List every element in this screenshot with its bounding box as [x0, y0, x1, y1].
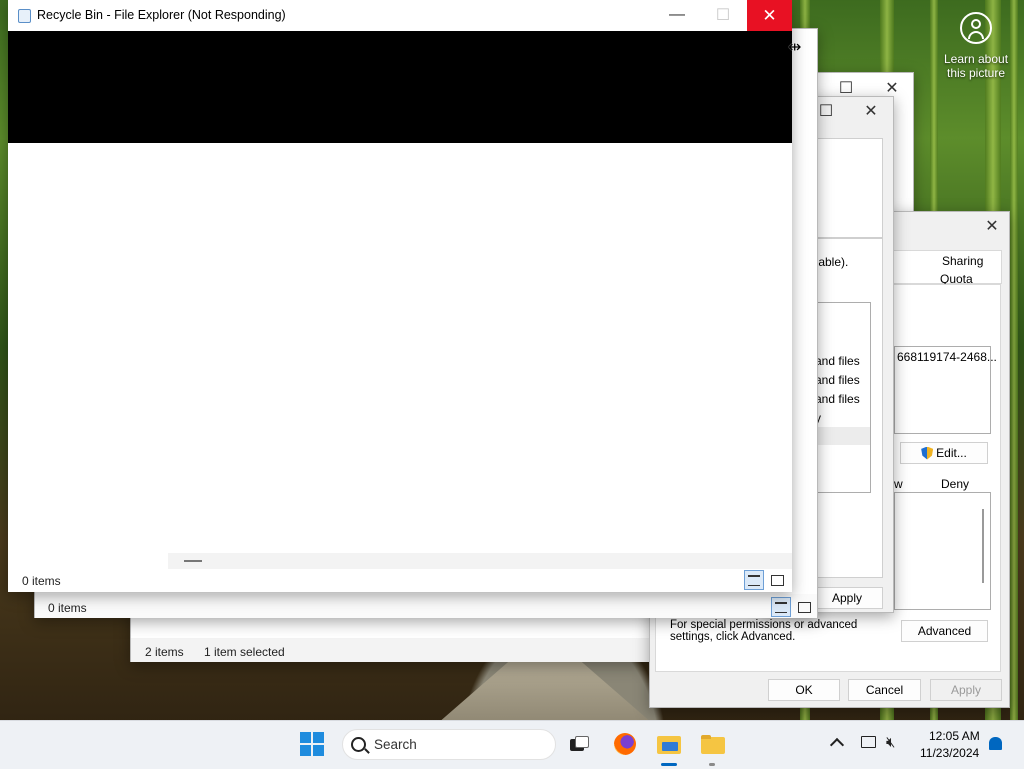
- minimize-button[interactable]: —: [654, 0, 700, 30]
- unresponsive-ribbon-area: [8, 31, 792, 143]
- sid-text: 668119174-2468...: [897, 350, 997, 364]
- available-text: ilable).: [813, 255, 849, 269]
- status-items: 0 items: [48, 601, 87, 615]
- firefox-icon[interactable]: [612, 731, 638, 757]
- clock-time[interactable]: 12:05 AM: [929, 729, 980, 743]
- search-box[interactable]: Search: [342, 729, 556, 760]
- horizontal-scrollbar[interactable]: [168, 553, 792, 569]
- learn-line2: this picture: [946, 66, 1006, 80]
- search-placeholder: Search: [374, 737, 417, 752]
- start-button[interactable]: [300, 732, 324, 756]
- column-deny: Deny: [941, 477, 970, 491]
- close-button[interactable]: ✕: [747, 0, 792, 31]
- apply-button[interactable]: Apply: [930, 679, 1002, 701]
- edit-label: Edit...: [936, 446, 967, 460]
- advanced-note: For special permissions or advanced sett…: [670, 619, 858, 643]
- list-item: and files: [815, 392, 860, 406]
- learn-line1: Learn about: [943, 52, 1009, 66]
- task-view-icon[interactable]: [566, 731, 592, 757]
- shield-icon: [921, 446, 934, 460]
- close-icon[interactable]: ✕: [974, 212, 1010, 240]
- learn-picture-icon: [960, 12, 992, 44]
- list-item: and files: [815, 373, 860, 387]
- tiles-view-icon[interactable]: [794, 597, 814, 617]
- list-item-selected[interactable]: [812, 427, 870, 445]
- explorer-window-main[interactable]: Recycle Bin - File Explorer (Not Respond…: [8, 0, 792, 592]
- tiles-view-icon[interactable]: [767, 570, 787, 590]
- maximize-button[interactable]: ☐: [700, 0, 746, 30]
- status-selected: 1 item selected: [204, 645, 285, 659]
- learn-about-picture[interactable]: Learn about this picture: [938, 12, 1014, 80]
- wallpaper-bamboo: [1010, 0, 1018, 720]
- open-app-indicator: [709, 763, 715, 766]
- active-app-indicator: [661, 763, 677, 766]
- close-icon[interactable]: ✕: [851, 97, 891, 125]
- status-items: 0 items: [22, 574, 61, 588]
- status-items: 2 items: [145, 645, 184, 659]
- file-explorer-icon[interactable]: [700, 731, 726, 757]
- title-bar[interactable]: Recycle Bin - File Explorer (Not Respond…: [8, 0, 792, 31]
- file-explorer-icon-active[interactable]: [656, 731, 682, 757]
- ok-button[interactable]: OK: [768, 679, 840, 701]
- details-view-icon[interactable]: [771, 597, 791, 617]
- search-icon-handle: [364, 748, 370, 754]
- volume-muted-icon[interactable]: 🔇︎: [886, 734, 895, 751]
- details-view-icon[interactable]: [744, 570, 764, 590]
- resize-cursor-icon: ⇹: [788, 39, 802, 56]
- list-item: and files: [815, 354, 860, 368]
- notification-bell-icon[interactable]: [989, 737, 1002, 750]
- advanced-button[interactable]: Advanced: [901, 620, 988, 642]
- edit-button[interactable]: Edit...: [900, 442, 988, 464]
- scrollbar[interactable]: [982, 509, 984, 583]
- permissions-list[interactable]: [894, 492, 991, 610]
- tab-sharing[interactable]: Sharing: [942, 254, 983, 268]
- cancel-button[interactable]: Cancel: [848, 679, 921, 701]
- clock-date[interactable]: 11/23/2024: [920, 746, 979, 760]
- recycle-bin-icon: [18, 9, 31, 23]
- network-icon[interactable]: [861, 736, 876, 748]
- apply-button[interactable]: Apply: [811, 587, 883, 609]
- column-allow: w: [894, 477, 903, 491]
- window-title: Recycle Bin - File Explorer (Not Respond…: [37, 8, 286, 22]
